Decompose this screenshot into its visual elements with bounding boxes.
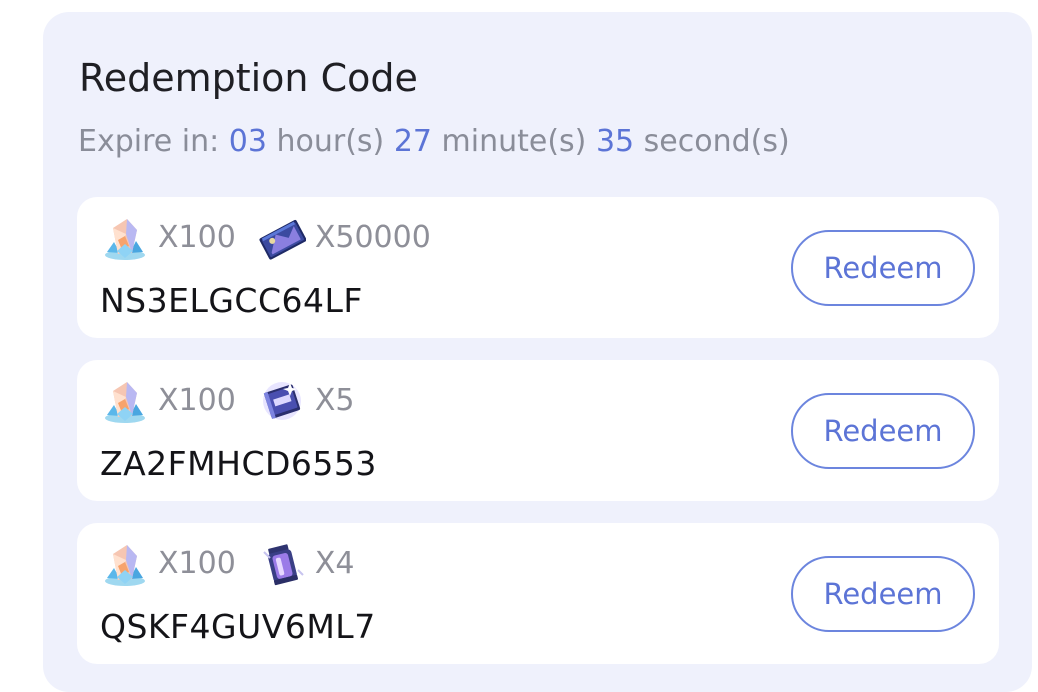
redeem-button[interactable]: Redeem — [791, 393, 975, 469]
redemption-code: QSKF4GUV6ML7 — [100, 607, 376, 646]
reward-list: X100 X4 — [101, 541, 376, 587]
expiry-prefix: Expire in: — [78, 124, 220, 159]
redeem-button[interactable]: Redeem — [791, 230, 975, 306]
expiry-seconds: 35 — [595, 124, 635, 159]
redemption-panel: Redemption Code Expire in: 03 hour(s) 27… — [43, 12, 1032, 692]
code-card: X100 X5 ZA2FMHCD6553 Redeem — [77, 360, 999, 501]
expiry-minutes-unit: minute(s) — [441, 124, 587, 159]
crystal-icon — [105, 382, 145, 423]
book-icon — [262, 382, 301, 420]
code-card: X100 X50000 NS3ELGCC64LF Redeem — [77, 197, 999, 338]
redemption-code: ZA2FMHCD6553 — [100, 444, 377, 483]
expiry-seconds-unit: second(s) — [643, 124, 790, 159]
code-card: X100 X4 QSKF4GUV6ML7 Redeem — [77, 523, 999, 664]
reward-quantity: X50000 — [314, 220, 431, 255]
reward-quantity: X5 — [314, 383, 355, 418]
reward-quantity: X100 — [158, 220, 236, 255]
reward-list: X100 X5 — [101, 378, 376, 424]
expiry-hours: 03 — [228, 124, 267, 159]
redeem-button[interactable]: Redeem — [791, 556, 975, 632]
redemption-code: NS3ELGCC64LF — [100, 281, 363, 320]
crystal-icon — [105, 545, 145, 586]
crystal-icon — [105, 219, 145, 260]
canister-icon — [263, 544, 304, 586]
expiry-minutes: 27 — [393, 124, 432, 159]
expiry-countdown: Expire in: 03 hour(s) 27 minute(s) 35 se… — [78, 122, 790, 162]
panel-title: Redemption Code — [79, 56, 418, 100]
ticket-icon — [259, 220, 306, 260]
reward-quantity: X100 — [158, 546, 236, 581]
expiry-hours-unit: hour(s) — [276, 124, 385, 159]
reward-quantity: X100 — [158, 383, 236, 418]
reward-quantity: X4 — [314, 546, 355, 581]
reward-list: X100 X50000 — [101, 215, 453, 261]
